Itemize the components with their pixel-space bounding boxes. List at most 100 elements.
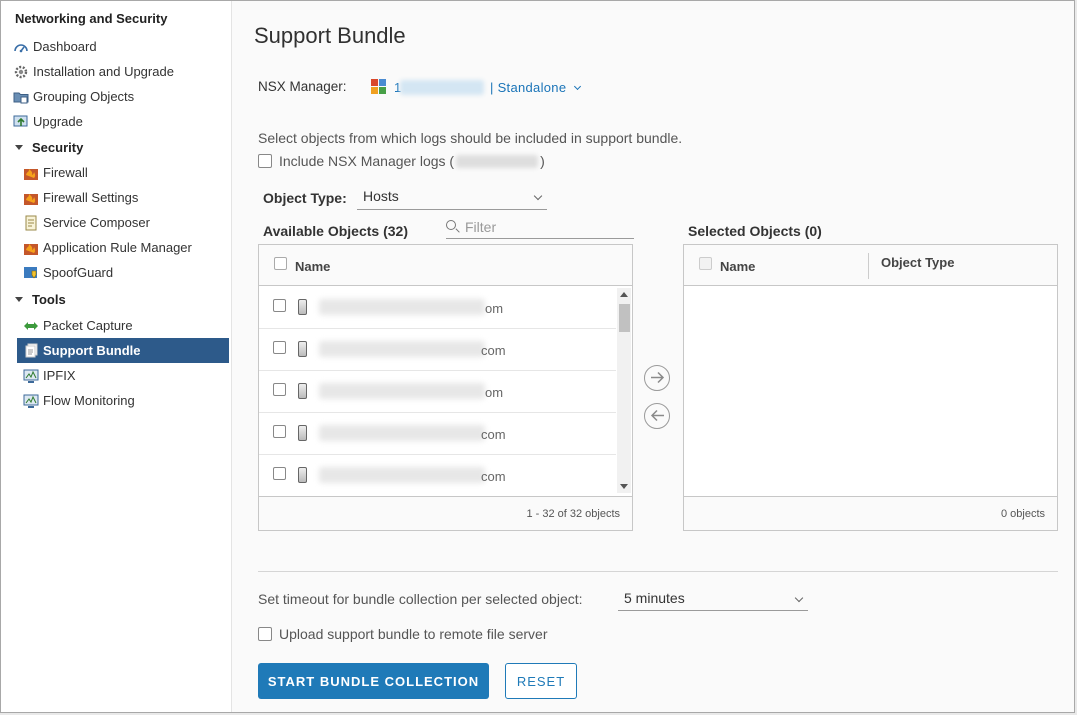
sidebar-item-service-composer[interactable]: Service Composer <box>1 210 229 235</box>
sidebar-item-label: Flow Monitoring <box>43 393 135 408</box>
sidebar: Networking and Security Dashboard Instal… <box>1 1 232 712</box>
chevron-down-icon <box>15 144 23 150</box>
sidebar-item-label: Upgrade <box>33 114 83 129</box>
dashboard-icon <box>13 39 29 55</box>
include-logs-label-start: Include NSX Manager logs ( <box>279 153 455 169</box>
sidebar-item-spoofguard[interactable]: SpoofGuard <box>1 260 229 285</box>
sidebar-group-security[interactable]: Security <box>15 137 83 157</box>
select-all-selected-checkbox[interactable] <box>699 257 712 270</box>
arrow-right-icon <box>650 371 664 384</box>
sidebar-item-label: Firewall Settings <box>43 190 139 205</box>
sidebar-group-label: Security <box>32 139 84 155</box>
redacted-host-name <box>319 341 485 357</box>
available-grid-footer: 1 - 32 of 32 objects <box>259 496 632 530</box>
host-name-suffix: com <box>481 343 506 358</box>
upload-remote-row[interactable]: Upload support bundle to remote file ser… <box>258 626 547 642</box>
page-title: Support Bundle <box>254 23 406 48</box>
row-checkbox[interactable] <box>273 467 286 480</box>
upgrade-icon <box>13 114 29 130</box>
sidebar-item-label: Dashboard <box>33 39 97 54</box>
gear-icon <box>13 64 29 80</box>
sidebar-title: Networking and Security <box>15 11 168 26</box>
reset-button[interactable]: RESET <box>505 663 577 699</box>
nsx-manager-mode-dropdown[interactable]: | Standalone <box>490 80 582 95</box>
sidebar-item-installation-and-upgrade[interactable]: Installation and Upgrade <box>1 59 229 84</box>
row-checkbox[interactable] <box>273 425 286 438</box>
sidebar-item-label: Service Composer <box>43 215 150 230</box>
available-scrollbar[interactable] <box>617 288 631 493</box>
sidebar-item-label: Firewall <box>43 165 88 180</box>
selected-grid-footer: 0 objects <box>684 496 1057 530</box>
nsx-manager-label: NSX Manager: <box>258 79 347 94</box>
list-item[interactable]: om <box>259 287 616 329</box>
filter-placeholder: Filter <box>465 219 497 235</box>
upload-remote-checkbox[interactable] <box>258 627 272 641</box>
arrow-left-icon <box>650 409 664 422</box>
row-checkbox[interactable] <box>273 341 286 354</box>
sidebar-item-support-bundle[interactable]: Support Bundle <box>17 338 229 363</box>
sidebar-item-label: Grouping Objects <box>33 89 135 104</box>
move-right-button[interactable] <box>644 365 670 391</box>
sidebar-item-label: Application Rule Manager <box>43 240 192 255</box>
sidebar-item-firewall-settings[interactable]: Firewall Settings <box>1 185 229 210</box>
main-content: Support Bundle NSX Manager: 1 | Standalo… <box>232 1 1074 712</box>
sidebar-item-label: IPFIX <box>43 368 76 383</box>
timeout-select[interactable]: 5 minutes <box>618 590 808 611</box>
sidebar-item-firewall[interactable]: Firewall <box>1 160 229 185</box>
sidebar-item-label: SpoofGuard <box>43 265 114 280</box>
row-checkbox[interactable] <box>273 383 286 396</box>
scroll-up-icon[interactable] <box>620 292 628 297</box>
host-name-suffix: om <box>485 385 504 400</box>
host-name-suffix: com <box>481 427 506 442</box>
list-item[interactable]: com <box>259 413 616 455</box>
sidebar-item-upgrade[interactable]: Upgrade <box>1 109 229 134</box>
object-type-value: Hosts <box>363 188 399 204</box>
host-name-suffix: om <box>485 301 504 316</box>
filter-input[interactable]: Filter <box>446 217 634 239</box>
include-logs-label-end: ) <box>540 153 545 169</box>
timeout-label: Set timeout for bundle collection per se… <box>258 591 583 607</box>
move-left-button[interactable] <box>644 403 670 429</box>
sidebar-item-grouping-objects[interactable]: Grouping Objects <box>1 84 229 109</box>
sidebar-group-tools[interactable]: Tools <box>15 289 66 309</box>
object-type-select[interactable]: Hosts <box>357 188 547 210</box>
sidebar-group-label: Tools <box>32 291 66 307</box>
sidebar-item-packet-capture[interactable]: Packet Capture <box>1 313 229 338</box>
name-column-header[interactable]: Name <box>295 259 330 274</box>
redacted-host-name <box>319 299 485 315</box>
scroll-down-icon[interactable] <box>620 484 628 489</box>
object-type-label: Object Type: <box>263 190 347 206</box>
firewall-icon <box>23 165 39 181</box>
list-item[interactable]: com <box>259 455 616 493</box>
column-divider <box>868 253 869 279</box>
start-bundle-collection-button[interactable]: START BUNDLE COLLECTION <box>258 663 489 699</box>
row-checkbox[interactable] <box>273 299 286 312</box>
select-all-available-checkbox[interactable] <box>274 257 287 270</box>
available-objects-title: Available Objects (32) <box>263 223 408 239</box>
upload-remote-label: Upload support bundle to remote file ser… <box>279 626 548 642</box>
selected-grid-header: Name Object Type <box>684 245 1057 286</box>
scrollbar-thumb[interactable] <box>619 304 630 332</box>
list-item[interactable]: com <box>259 329 616 371</box>
redacted-host-name <box>319 425 485 441</box>
object-type-column-header[interactable]: Object Type <box>881 255 954 270</box>
chevron-down-icon <box>794 593 804 603</box>
monitor-icon <box>23 368 39 384</box>
include-logs-checkbox[interactable] <box>258 154 272 168</box>
spoofguard-icon <box>23 265 39 281</box>
redacted-manager-name <box>456 154 539 168</box>
monitor-icon <box>23 393 39 409</box>
sidebar-item-dashboard[interactable]: Dashboard <box>1 34 229 59</box>
sidebar-item-flow-monitoring[interactable]: Flow Monitoring <box>1 388 229 413</box>
timeout-value: 5 minutes <box>624 590 685 606</box>
sidebar-item-application-rule-manager[interactable]: Application Rule Manager <box>1 235 229 260</box>
host-icon <box>298 467 307 483</box>
include-nsx-manager-logs-row[interactable]: Include NSX Manager logs ( ) <box>258 153 545 169</box>
sidebar-item-ipfix[interactable]: IPFIX <box>1 363 229 388</box>
sidebar-item-label: Packet Capture <box>43 318 133 333</box>
support-bundle-icon <box>23 343 39 359</box>
folder-icon <box>13 89 29 105</box>
name-column-header[interactable]: Name <box>720 259 755 274</box>
list-item[interactable]: om <box>259 371 616 413</box>
host-icon <box>298 341 307 357</box>
